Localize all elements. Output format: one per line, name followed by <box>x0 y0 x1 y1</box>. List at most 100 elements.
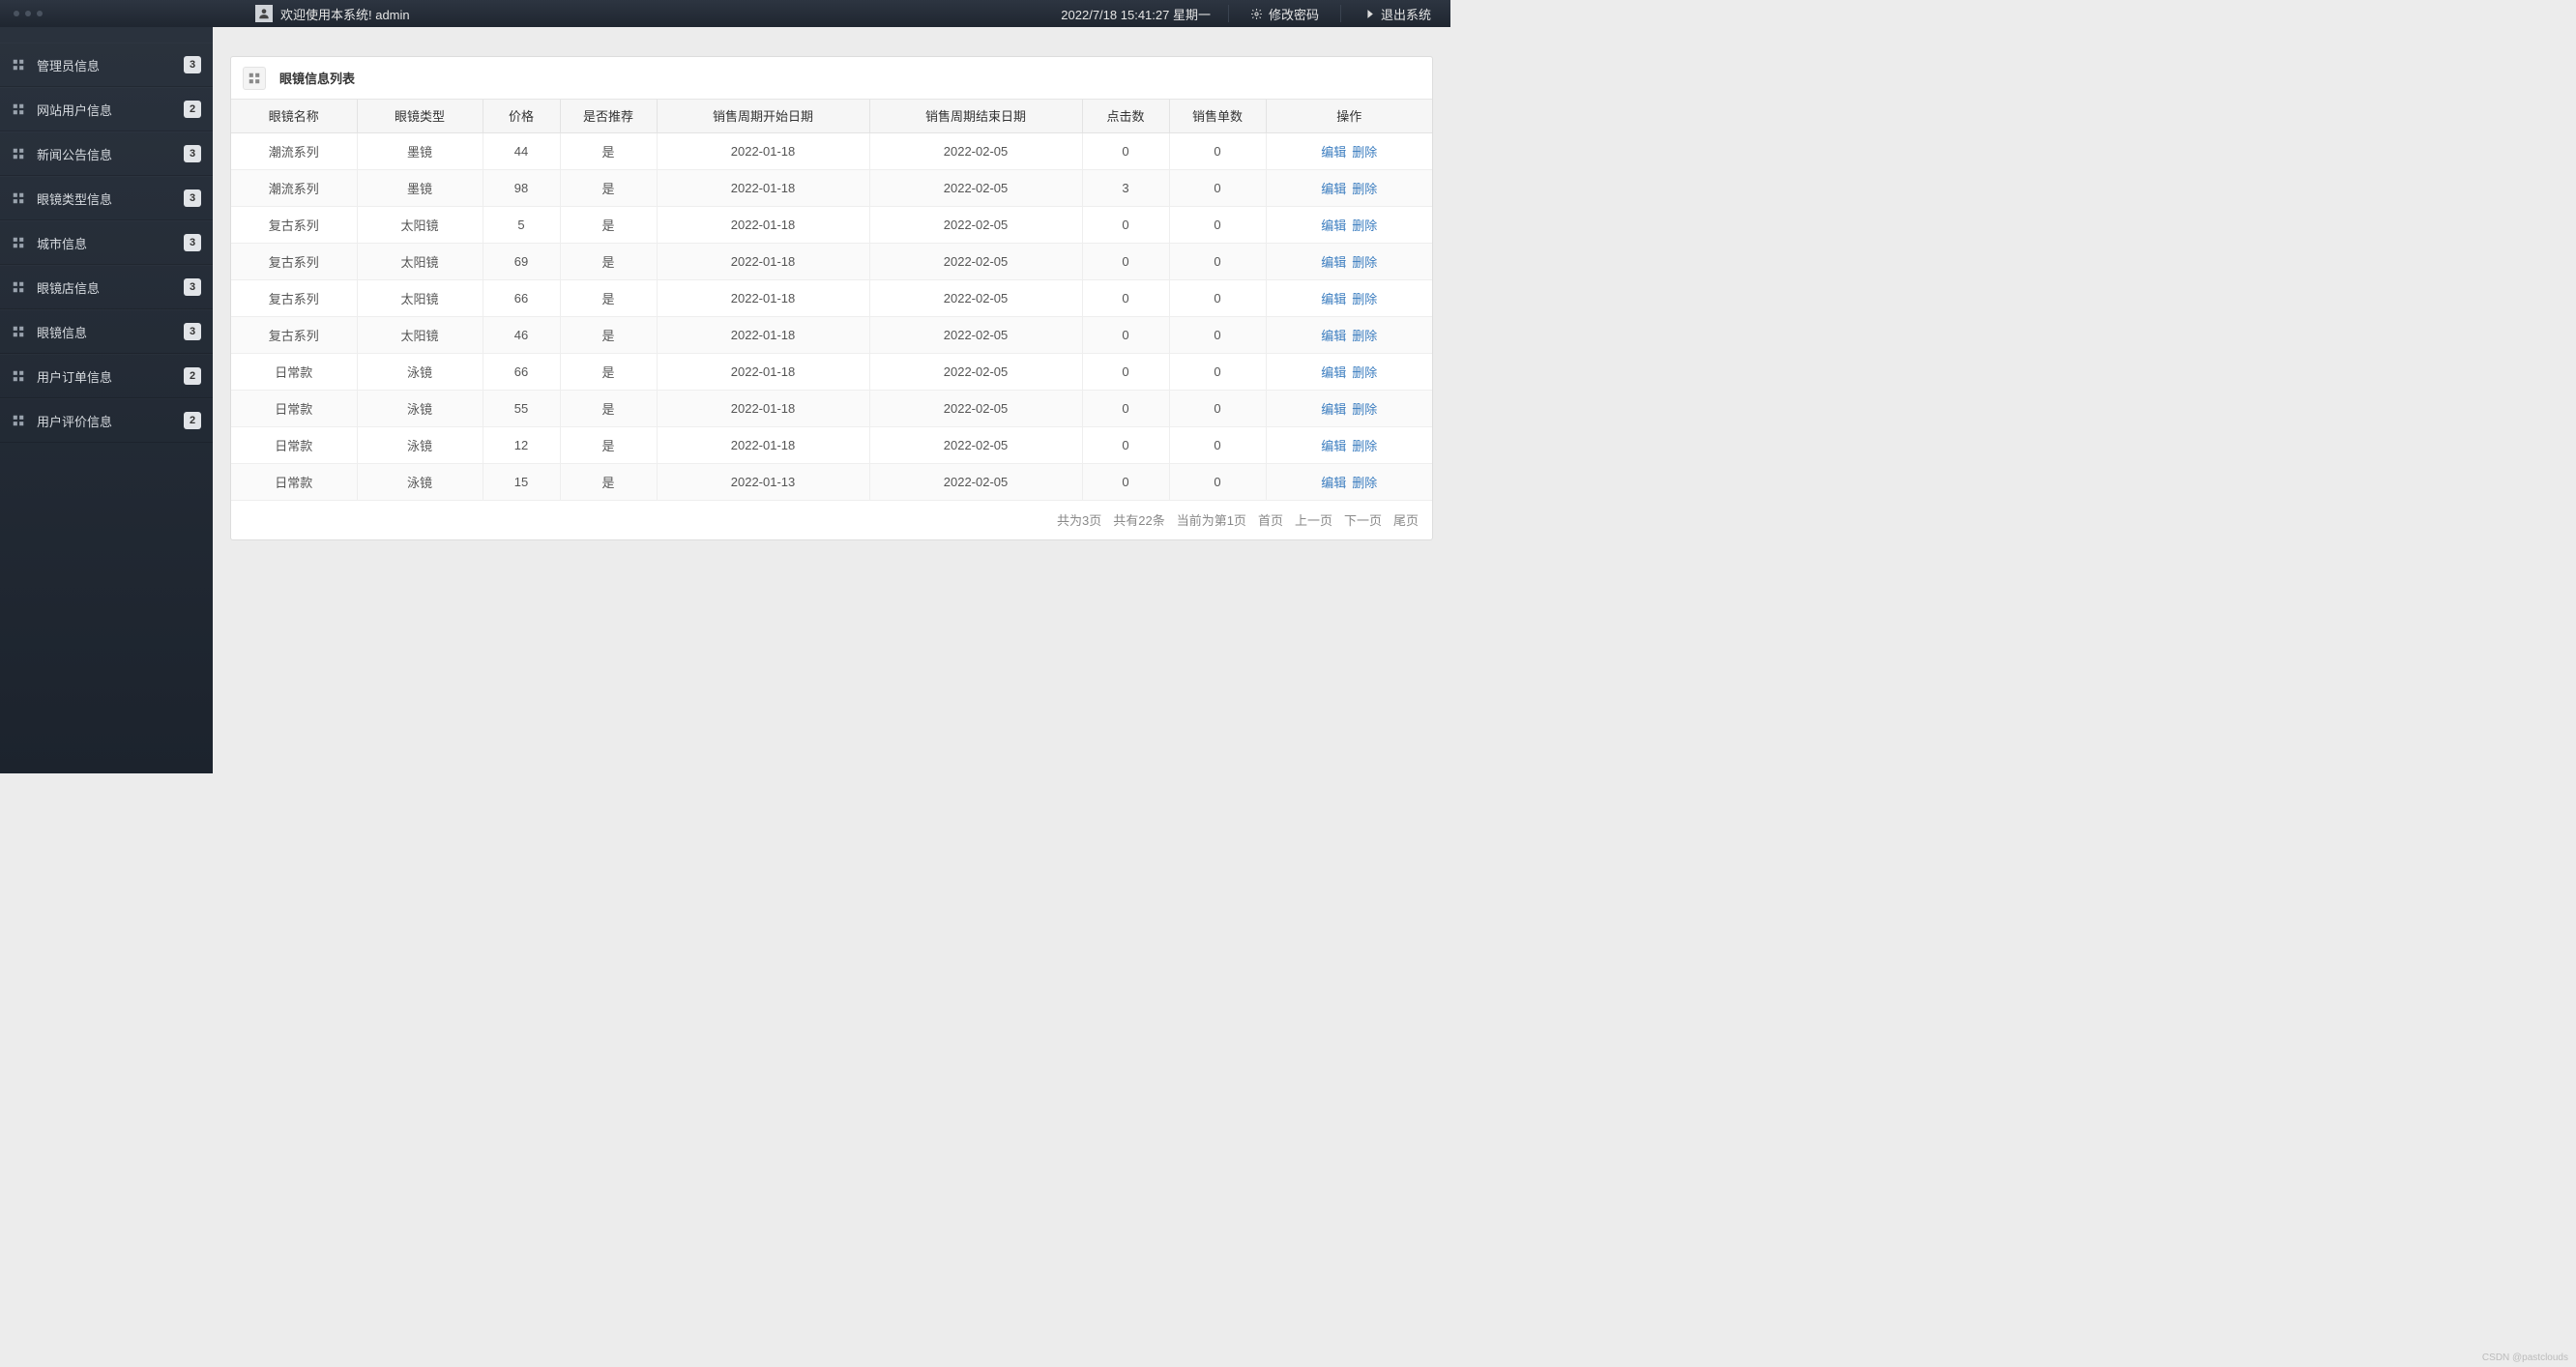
cell-end: 2022-02-05 <box>869 132 1082 169</box>
edit-link[interactable]: 编辑 <box>1321 218 1346 233</box>
cell-actions: 编辑删除 <box>1266 463 1432 500</box>
delete-link[interactable]: 删除 <box>1352 402 1377 417</box>
delete-link[interactable]: 删除 <box>1352 476 1377 490</box>
cell-end: 2022-02-05 <box>869 169 1082 206</box>
table-row: 日常款泳镜15是2022-01-132022-02-0500编辑删除 <box>231 463 1432 500</box>
cell-clicks: 0 <box>1082 206 1169 243</box>
cell-rec: 是 <box>560 243 657 279</box>
delete-link[interactable]: 删除 <box>1352 329 1377 343</box>
column-header: 点击数 <box>1082 100 1169 132</box>
sidebar-item[interactable]: 网站用户信息2 <box>0 87 213 131</box>
edit-link[interactable]: 编辑 <box>1321 255 1346 270</box>
sidebar-item[interactable]: 管理员信息3 <box>0 43 213 87</box>
edit-link[interactable]: 编辑 <box>1321 402 1346 417</box>
cell-start: 2022-01-18 <box>657 169 869 206</box>
sidebar-item[interactable]: 眼镜类型信息3 <box>0 176 213 220</box>
cell-type: 太阳镜 <box>357 279 483 316</box>
pager-next[interactable]: 下一页 <box>1344 510 1382 529</box>
sidebar-badge: 3 <box>184 145 201 162</box>
cell-start: 2022-01-18 <box>657 243 869 279</box>
gear-icon <box>1250 8 1263 20</box>
cell-end: 2022-02-05 <box>869 353 1082 390</box>
cell-type: 墨镜 <box>357 132 483 169</box>
pager-prev[interactable]: 上一页 <box>1295 510 1332 529</box>
cell-start: 2022-01-18 <box>657 279 869 316</box>
logout-button[interactable]: 退出系统 <box>1359 5 1435 23</box>
pager-first[interactable]: 首页 <box>1258 510 1283 529</box>
cell-name: 复古系列 <box>231 206 357 243</box>
delete-link[interactable]: 删除 <box>1352 255 1377 270</box>
edit-link[interactable]: 编辑 <box>1321 292 1346 306</box>
cell-sold: 0 <box>1169 426 1266 463</box>
dot-icon <box>37 11 43 16</box>
cell-sold: 0 <box>1169 279 1266 316</box>
cell-actions: 编辑删除 <box>1266 426 1432 463</box>
table-row: 复古系列太阳镜66是2022-01-182022-02-0500编辑删除 <box>231 279 1432 316</box>
cell-clicks: 0 <box>1082 353 1169 390</box>
sidebar-item[interactable]: 眼镜信息3 <box>0 309 213 354</box>
sidebar-item[interactable]: 用户订单信息2 <box>0 354 213 398</box>
sidebar-badge: 3 <box>184 189 201 207</box>
cell-sold: 0 <box>1169 206 1266 243</box>
edit-link[interactable]: 编辑 <box>1321 365 1346 380</box>
sidebar-badge: 2 <box>184 101 201 118</box>
pager-last[interactable]: 尾页 <box>1393 510 1419 529</box>
edit-link[interactable]: 编辑 <box>1321 329 1346 343</box>
sidebar-item-label: 用户订单信息 <box>37 367 184 386</box>
topbar-right: 2022/7/18 15:41:27 星期一 修改密码 退出系统 <box>1061 5 1450 23</box>
column-header: 眼镜名称 <box>231 100 357 132</box>
sidebar-badge: 2 <box>184 412 201 429</box>
delete-link[interactable]: 删除 <box>1352 182 1377 196</box>
column-header: 价格 <box>483 100 560 132</box>
sidebar-badge: 3 <box>184 278 201 296</box>
cell-clicks: 0 <box>1082 243 1169 279</box>
cell-clicks: 0 <box>1082 279 1169 316</box>
grid-icon <box>12 325 25 338</box>
sidebar-badge: 3 <box>184 323 201 340</box>
cell-type: 泳镜 <box>357 390 483 426</box>
sidebar-item[interactable]: 用户评价信息2 <box>0 398 213 443</box>
grid-icon <box>12 280 25 294</box>
table-body: 潮流系列墨镜44是2022-01-182022-02-0500编辑删除潮流系列墨… <box>231 132 1432 500</box>
cell-price: 66 <box>483 353 560 390</box>
delete-link[interactable]: 删除 <box>1352 292 1377 306</box>
dot-icon <box>14 11 19 16</box>
change-password-button[interactable]: 修改密码 <box>1246 5 1323 23</box>
change-password-label: 修改密码 <box>1269 5 1319 23</box>
sidebar-item[interactable]: 眼镜店信息3 <box>0 265 213 309</box>
pager: 共为3页 共有22条 当前为第1页 首页 上一页 下一页 尾页 <box>231 501 1432 539</box>
cell-start: 2022-01-18 <box>657 206 869 243</box>
cell-start: 2022-01-18 <box>657 316 869 353</box>
cell-actions: 编辑删除 <box>1266 132 1432 169</box>
cell-name: 日常款 <box>231 463 357 500</box>
grid-icon <box>12 147 25 160</box>
cell-clicks: 0 <box>1082 426 1169 463</box>
pager-total-pages: 共为3页 <box>1057 510 1101 529</box>
edit-link[interactable]: 编辑 <box>1321 182 1346 196</box>
cell-name: 复古系列 <box>231 243 357 279</box>
topbar: 欢迎使用本系统! admin 2022/7/18 15:41:27 星期一 修改… <box>0 0 1450 27</box>
table-row: 日常款泳镜55是2022-01-182022-02-0500编辑删除 <box>231 390 1432 426</box>
cell-start: 2022-01-18 <box>657 426 869 463</box>
cell-type: 太阳镜 <box>357 316 483 353</box>
sidebar-item[interactable]: 城市信息3 <box>0 220 213 265</box>
cell-actions: 编辑删除 <box>1266 390 1432 426</box>
cell-type: 太阳镜 <box>357 206 483 243</box>
cell-start: 2022-01-18 <box>657 132 869 169</box>
edit-link[interactable]: 编辑 <box>1321 145 1346 160</box>
panel: 眼镜信息列表 眼镜名称眼镜类型价格是否推荐销售周期开始日期销售周期结束日期点击数… <box>230 56 1433 540</box>
delete-link[interactable]: 删除 <box>1352 365 1377 380</box>
cell-sold: 0 <box>1169 316 1266 353</box>
table-row: 潮流系列墨镜44是2022-01-182022-02-0500编辑删除 <box>231 132 1432 169</box>
delete-link[interactable]: 删除 <box>1352 145 1377 160</box>
grid-icon <box>12 191 25 205</box>
cell-actions: 编辑删除 <box>1266 243 1432 279</box>
sidebar-item-label: 网站用户信息 <box>37 101 184 119</box>
cell-actions: 编辑删除 <box>1266 316 1432 353</box>
delete-link[interactable]: 删除 <box>1352 218 1377 233</box>
sidebar-item[interactable]: 新闻公告信息3 <box>0 131 213 176</box>
edit-link[interactable]: 编辑 <box>1321 476 1346 490</box>
delete-link[interactable]: 删除 <box>1352 439 1377 453</box>
edit-link[interactable]: 编辑 <box>1321 439 1346 453</box>
separator <box>1340 5 1341 22</box>
